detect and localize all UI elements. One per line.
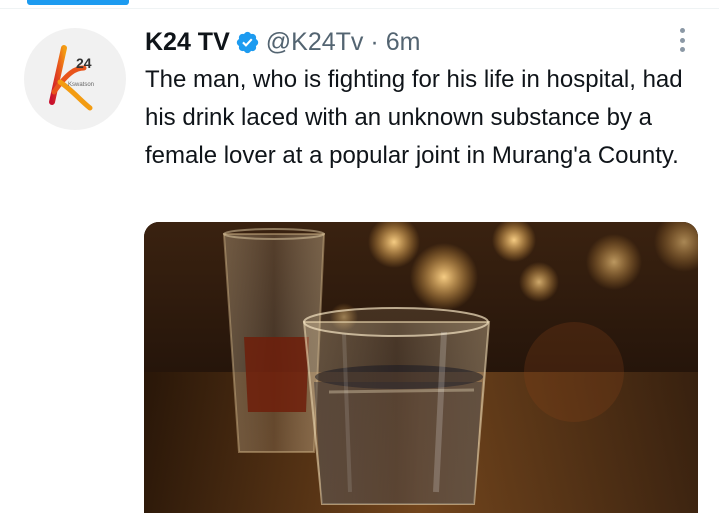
- avatar[interactable]: 24 Kswatson: [24, 28, 126, 130]
- tweet-photo[interactable]: [144, 222, 698, 513]
- verified-badge-icon: [235, 30, 260, 55]
- logo-number: 24: [76, 55, 92, 71]
- more-options-icon[interactable]: [672, 26, 692, 54]
- handle[interactable]: @K24Tv: [266, 28, 364, 57]
- timestamp[interactable]: 6m: [386, 28, 421, 57]
- tab-active-indicator: [27, 0, 129, 5]
- divider: [0, 8, 719, 9]
- tweet-header: K24 TV @K24Tv · 6m: [145, 25, 420, 59]
- tweet-text: The man, who is fighting for his life in…: [145, 66, 683, 169]
- k24-logo: 24 Kswatson: [49, 45, 94, 111]
- separator-dot: ·: [370, 27, 379, 56]
- photo-glasses-on-table: [144, 222, 698, 513]
- logo-caption: Kswatson: [68, 82, 94, 88]
- display-name[interactable]: K24 TV: [145, 28, 230, 57]
